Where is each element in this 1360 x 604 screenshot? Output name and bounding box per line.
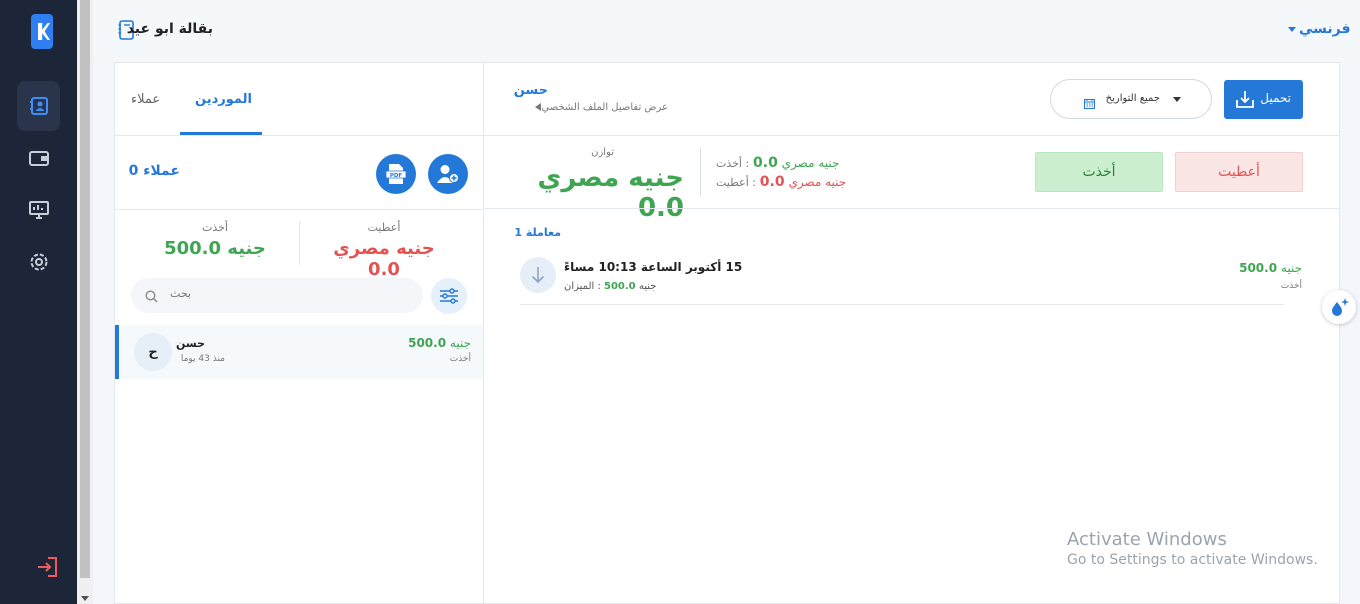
- customers-count: عملاء 0: [128, 163, 180, 179]
- transaction-balance-value: 500.0: [604, 281, 636, 292]
- watermark-subtitle: Go to Settings to activate Windows.: [1067, 552, 1318, 568]
- search-input[interactable]: [151, 288, 191, 300]
- exit-icon[interactable]: [36, 556, 58, 582]
- contact-name: حسن: [175, 337, 205, 350]
- pdf-label: PDF: [390, 173, 403, 179]
- floating-assistant-button[interactable]: [1322, 290, 1356, 324]
- divider: [115, 209, 483, 210]
- activate-windows-watermark: Activate Windows Go to Settings to activ…: [1067, 529, 1318, 568]
- divider: [484, 135, 1339, 136]
- given-line: جنيه مصري 0.0 : أعطيت: [716, 174, 846, 190]
- took-button[interactable]: أخذت: [1035, 152, 1163, 192]
- taken-line-unit: جنيه مصري: [781, 156, 840, 170]
- contact-amount-unit: جنيه: [449, 336, 471, 350]
- given-line-label: : أعطيت: [716, 176, 756, 189]
- balance-label: توازن: [591, 147, 614, 158]
- wallet-icon[interactable]: [17, 133, 60, 183]
- arrow-down-icon: [520, 257, 556, 293]
- download-label: تحميل: [1260, 91, 1291, 105]
- sidebar-rail: [0, 0, 77, 604]
- profile-details-link[interactable]: عرض تفاصيل الملف الشخصي: [529, 102, 668, 113]
- chevron-down-icon: [1288, 26, 1296, 32]
- balance-divider: [700, 148, 701, 196]
- filter-button[interactable]: [431, 278, 467, 314]
- gave-button[interactable]: أعطيت: [1175, 152, 1303, 192]
- taken-line: جنيه مصري 0.0 : أخذت: [716, 155, 839, 171]
- profile-details-label: عرض تفاصيل الملف الشخصي: [541, 102, 668, 113]
- list-item[interactable]: ح حسن منذ 43 يوما جنيه 500.0 أخذت: [115, 325, 483, 379]
- pdf-icon: PDF: [386, 164, 406, 184]
- transaction-balance-label: : الميزان: [564, 281, 601, 292]
- add-user-button[interactable]: [428, 154, 468, 194]
- download-button[interactable]: تحميل: [1224, 80, 1303, 119]
- given-line-value: 0.0: [759, 174, 785, 190]
- pdf-export-button[interactable]: PDF: [376, 154, 416, 194]
- top-header: بقالة ابو عيد فرنسي: [93, 0, 1360, 62]
- given-line-unit: جنيه مصري: [788, 175, 847, 189]
- contact-since: منذ 43 يوما: [180, 354, 225, 364]
- divider: [484, 208, 1339, 209]
- contacts-panel: عملاء الموردين PDF عملاء 0 أعطيت جنيه مص…: [114, 62, 484, 604]
- page-scrollbar[interactable]: [77, 0, 93, 604]
- contacts-icon[interactable]: [17, 81, 60, 131]
- scroll-down-arrow-icon[interactable]: [81, 596, 89, 601]
- transaction-amount-unit: جنيه: [1280, 261, 1302, 275]
- taken-label: أخذت: [202, 221, 228, 234]
- download-icon: [1236, 90, 1254, 112]
- watermark-title: Activate Windows: [1067, 529, 1227, 550]
- taken-summary: أخذت جنيه 500.0: [160, 221, 270, 259]
- date-filter-value: جميع التواريخ: [1105, 93, 1160, 104]
- language-label: فرنسي: [1299, 21, 1351, 37]
- transaction-date: 15 أكتوبر الساعة 10:13 مساءً: [564, 260, 743, 274]
- transaction-amount-value: 500.0: [1239, 261, 1278, 275]
- search-box[interactable]: [131, 278, 423, 313]
- contact-type-tabs: عملاء الموردين: [115, 63, 483, 136]
- settings-icon[interactable]: [17, 237, 60, 287]
- transactions-count: معاملة 1: [514, 226, 561, 239]
- contact-amount-value: 500.0: [408, 336, 447, 350]
- app-logo: [31, 14, 53, 49]
- transaction-amount: جنيه 500.0: [1239, 261, 1302, 275]
- summary-divider: [299, 221, 300, 265]
- taken-total: جنيه 500.0: [164, 238, 266, 259]
- given-summary: أعطيت جنيه مصري 0.0: [329, 221, 439, 280]
- avatar: ح: [134, 333, 172, 371]
- shop-name[interactable]: بقالة ابو عيد: [127, 21, 213, 37]
- tab-suppliers[interactable]: الموردين: [195, 92, 252, 107]
- scrollbar-thumb[interactable]: [80, 0, 90, 578]
- given-label: أعطيت: [367, 221, 401, 234]
- taken-line-label: : أخذت: [716, 157, 750, 170]
- balance-value: جنيه مصري 0.0: [537, 163, 684, 223]
- contact-amount-label: أخذت: [449, 354, 471, 364]
- taken-line-value: 0.0: [753, 155, 778, 171]
- language-selector[interactable]: فرنسي: [1288, 21, 1351, 37]
- transaction-balance: جنيه 500.0 : الميزان: [564, 281, 656, 292]
- add-user-icon: [437, 165, 459, 183]
- monitor-icon[interactable]: [17, 185, 60, 235]
- contact-amount: جنيه 500.0: [408, 336, 471, 350]
- transaction-type-label: أخذت: [1280, 281, 1302, 291]
- filter-sliders-icon: [440, 288, 458, 304]
- date-filter-select[interactable]: جميع التواريخ: [1050, 79, 1212, 119]
- sparkle-drop-icon: [1332, 298, 1349, 316]
- tab-customers[interactable]: عملاء: [131, 92, 160, 107]
- transaction-balance-unit: جنيه: [638, 281, 657, 292]
- active-tab-underline: [180, 132, 262, 135]
- chevron-down-icon: [1173, 97, 1181, 102]
- given-total: جنيه مصري 0.0: [333, 238, 435, 280]
- profile-name[interactable]: حسن: [514, 83, 548, 98]
- details-panel: تحميل جميع التواريخ حسن عرض تفاصيل الملف…: [483, 62, 1340, 604]
- transaction-row[interactable]: 15 أكتوبر الساعة 10:13 مساءً جنيه 500.0 …: [520, 253, 1302, 305]
- calendar-icon: [1084, 94, 1095, 113]
